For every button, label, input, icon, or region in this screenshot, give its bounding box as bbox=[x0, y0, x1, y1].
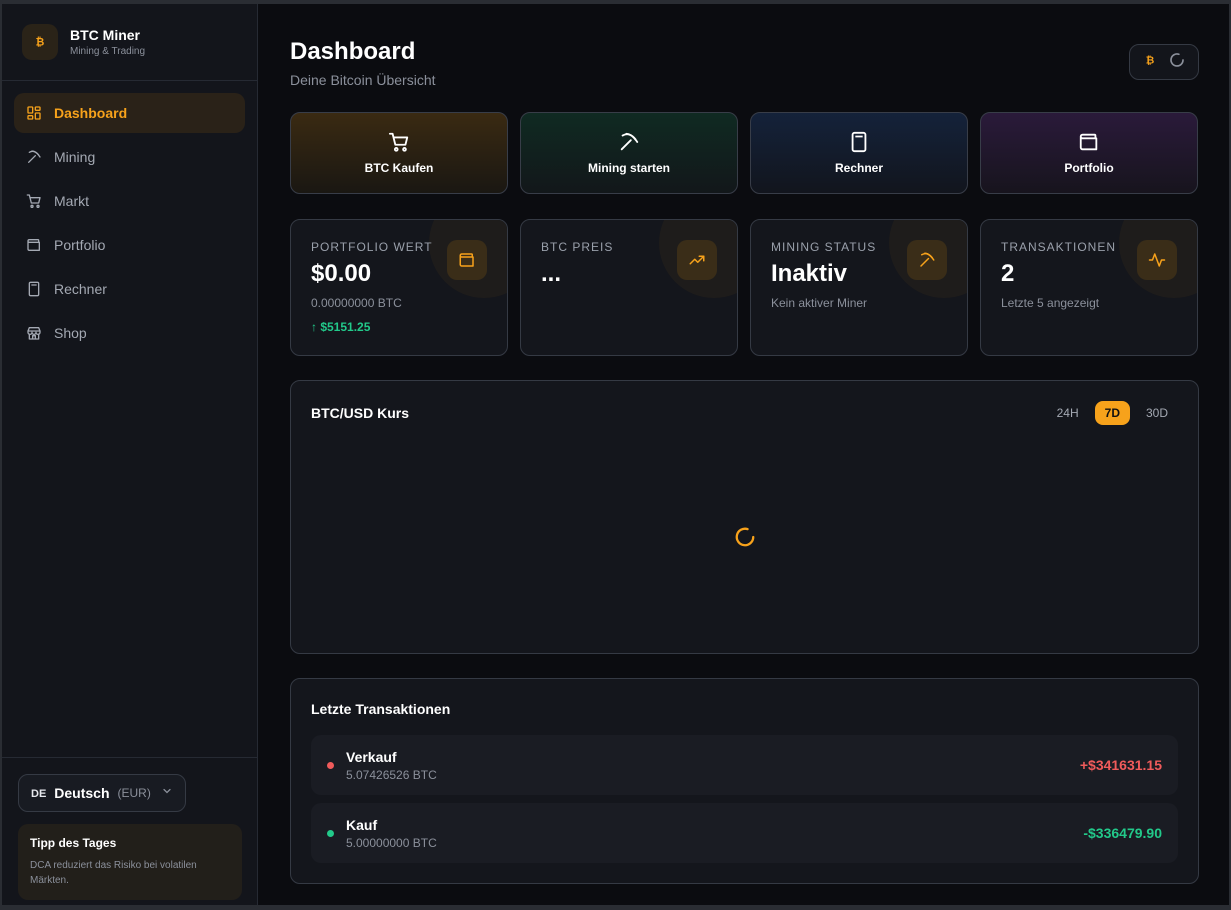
sidebar-nav: Dashboard Mining Markt Portfolio Rechner… bbox=[2, 81, 257, 353]
stat-sub: Letzte 5 angezeigt bbox=[1001, 296, 1100, 310]
range-tab-30d[interactable]: 30D bbox=[1136, 401, 1178, 425]
chart-range-tabs: 24H 7D 30D bbox=[1047, 401, 1178, 425]
start-mining-button[interactable]: Mining starten bbox=[520, 112, 738, 194]
svg-text:₿: ₿ bbox=[1146, 54, 1155, 66]
portfolio-value-card: Portfolio Wert $0.00 0.00000000 BTC ↑ $5… bbox=[290, 219, 508, 356]
transaction-row[interactable]: Kauf 5.00000000 BTC -$336479.90 bbox=[311, 803, 1178, 863]
action-label: Rechner bbox=[834, 161, 884, 175]
btc-price-card: BTC Preis ... bbox=[520, 219, 738, 356]
store-icon bbox=[26, 325, 42, 341]
sidebar-item-mining[interactable]: Mining bbox=[14, 137, 245, 177]
wallet-icon bbox=[26, 237, 42, 253]
action-label: BTC Kaufen bbox=[364, 161, 434, 175]
sidebar-item-dashboard[interactable]: Dashboard bbox=[14, 93, 245, 133]
calculator-button[interactable]: Rechner bbox=[750, 112, 968, 194]
sidebar-item-rechner[interactable]: Rechner bbox=[14, 269, 245, 309]
language-currency: (EUR) bbox=[117, 786, 151, 800]
sidebar-item-shop[interactable]: Shop bbox=[14, 313, 245, 353]
page-title: Dashboard bbox=[290, 38, 416, 65]
transaction-type: Kauf bbox=[346, 816, 378, 833]
page-header: Dashboard Deine Bitcoin Übersicht ₿ bbox=[290, 4, 1199, 112]
transaction-value: +$341631.15 bbox=[1079, 757, 1162, 773]
language-name: Deutsch bbox=[54, 785, 110, 801]
stat-label: BTC Preis bbox=[541, 240, 614, 254]
page-subtitle: Deine Bitcoin Übersicht bbox=[290, 72, 436, 88]
sidebar-item-label: Rechner bbox=[54, 281, 107, 297]
transaction-row[interactable]: Verkauf 5.07426526 BTC +$341631.15 bbox=[311, 735, 1178, 795]
stats-cards: Portfolio Wert $0.00 0.00000000 BTC ↑ $5… bbox=[290, 219, 1199, 356]
transactions-card: Transaktionen 2 Letzte 5 angezeigt bbox=[980, 219, 1198, 356]
stat-sub: Kein aktiver Miner bbox=[771, 296, 868, 310]
calculator-icon bbox=[26, 281, 42, 297]
brand-subtitle: Mining & Trading bbox=[70, 46, 146, 57]
transaction-amount: 5.00000000 BTC bbox=[346, 835, 437, 850]
stat-value: $0.00 bbox=[311, 260, 372, 287]
btc-status-widget[interactable]: ₿ bbox=[1129, 44, 1199, 80]
stat-sub: 0.00000000 BTC bbox=[311, 296, 402, 310]
buy-btc-button[interactable]: BTC Kaufen bbox=[290, 112, 508, 194]
tip-text: DCA reduziert das Risiko bei volatilen M… bbox=[30, 860, 197, 886]
transaction-type: Verkauf bbox=[346, 748, 397, 765]
transactions-title: Letzte Transaktionen bbox=[311, 701, 451, 717]
sidebar-item-label: Markt bbox=[54, 193, 89, 209]
stat-delta: ↑ $5151.25 bbox=[311, 320, 371, 334]
range-tab-7d[interactable]: 7D bbox=[1094, 401, 1130, 425]
brand[interactable]: ₿ BTC Miner Mining & Trading bbox=[2, 4, 257, 81]
dashboard-icon bbox=[26, 105, 42, 121]
stat-value: ... bbox=[541, 260, 562, 287]
mining-status-card: Mining Status Inaktiv Kein aktiver Miner bbox=[750, 219, 968, 356]
language-code: DE bbox=[31, 788, 47, 800]
stat-label: Portfolio Wert bbox=[311, 240, 433, 254]
main-content: Dashboard Deine Bitcoin Übersicht ₿ BTC … bbox=[258, 4, 1229, 905]
chevron-down-icon bbox=[161, 784, 173, 802]
bitcoin-icon: ₿ bbox=[22, 24, 58, 60]
sidebar-item-label: Dashboard bbox=[54, 105, 128, 121]
stat-label: Mining Status bbox=[771, 240, 877, 254]
price-chart-panel: BTC/USD Kurs 24H 7D 30D bbox=[290, 380, 1199, 654]
bitcoin-icon: ₿ bbox=[1143, 53, 1157, 72]
transaction-amount: 5.07426526 BTC bbox=[346, 767, 437, 782]
sidebar-footer: DE Deutsch (EUR) Tipp des Tages DCA redu… bbox=[2, 757, 257, 905]
wallet-icon bbox=[1078, 131, 1100, 153]
sidebar-item-label: Portfolio bbox=[54, 237, 106, 253]
language-selector[interactable]: DE Deutsch (EUR) bbox=[18, 774, 186, 812]
transaction-value: -$336479.90 bbox=[1083, 825, 1162, 841]
loading-spinner-icon bbox=[1169, 52, 1185, 73]
calculator-icon bbox=[848, 131, 870, 153]
action-label: Mining starten bbox=[587, 161, 670, 175]
stat-value: 2 bbox=[1001, 260, 1015, 287]
cart-icon bbox=[388, 131, 410, 153]
stat-label: Transaktionen bbox=[1001, 240, 1117, 254]
quick-actions: BTC Kaufen Mining starten Rechner Portfo… bbox=[290, 112, 1199, 194]
tip-title: Tipp des Tages bbox=[30, 836, 117, 850]
recent-transactions-panel: Letzte Transaktionen Verkauf 5.07426526 … bbox=[290, 678, 1199, 884]
tip-of-the-day: Tipp des Tages DCA reduziert das Risiko … bbox=[18, 824, 242, 900]
action-label: Portfolio bbox=[1064, 161, 1114, 175]
sidebar-item-label: Mining bbox=[54, 149, 96, 165]
range-tab-24h[interactable]: 24H bbox=[1047, 401, 1089, 425]
svg-text:₿: ₿ bbox=[36, 35, 45, 48]
brand-title: BTC Miner bbox=[70, 27, 140, 43]
sidebar-item-label: Shop bbox=[54, 325, 87, 341]
pickaxe-icon bbox=[618, 131, 640, 153]
sidebar-item-portfolio[interactable]: Portfolio bbox=[14, 225, 245, 265]
pickaxe-icon bbox=[26, 149, 42, 165]
cart-icon bbox=[26, 193, 42, 209]
loading-spinner-icon bbox=[734, 526, 756, 548]
sidebar: ₿ BTC Miner Mining & Trading Dashboard M… bbox=[2, 4, 258, 905]
status-dot bbox=[327, 829, 334, 837]
app-window: ₿ BTC Miner Mining & Trading Dashboard M… bbox=[2, 4, 1229, 905]
sidebar-item-markt[interactable]: Markt bbox=[14, 181, 245, 221]
status-dot bbox=[327, 761, 334, 769]
transactions-list: Verkauf 5.07426526 BTC +$341631.15 Kauf … bbox=[311, 735, 1178, 863]
portfolio-button[interactable]: Portfolio bbox=[980, 112, 1198, 194]
stat-value: Inaktiv bbox=[771, 260, 848, 287]
